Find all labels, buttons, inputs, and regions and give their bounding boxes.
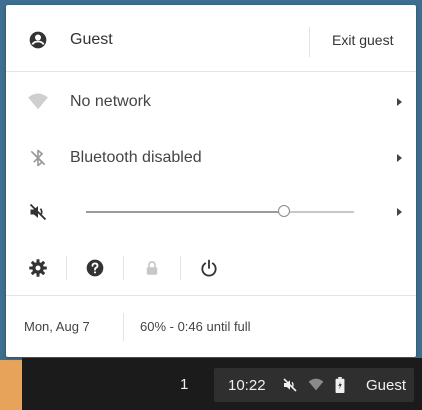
wifi-icon [308,378,324,392]
bluetooth-label: Bluetooth disabled [70,149,202,166]
tool-divider [66,256,67,280]
user-name: Guest [70,31,113,48]
tool-divider [123,256,124,280]
clock: 10:22 [228,376,266,394]
notification-count[interactable]: 1 [180,358,188,410]
chevron-right-icon [397,154,402,162]
system-tray-bubble: Guest Exit guest No network Bluetooth di… [6,5,416,357]
battery-status: 60% - 0:46 until full [140,318,251,334]
bluetooth-row[interactable]: Bluetooth disabled [6,133,416,183]
network-row[interactable]: No network [6,77,416,127]
status-divider [6,295,416,296]
help-icon[interactable] [83,256,107,280]
status-separator [123,313,124,341]
exit-divider [309,27,310,57]
chevron-right-icon [397,98,402,106]
wifi-icon [26,90,50,114]
tool-row [6,243,416,293]
bluetooth-disabled-icon [26,146,50,170]
volume-row [6,187,416,237]
volume-slider-fill [86,211,285,213]
exit-guest-button[interactable]: Exit guest [332,32,393,48]
lock-icon [140,256,164,280]
shelf-user-name: Guest [366,376,407,394]
status-area[interactable]: 10:22 Guest [214,368,414,402]
power-icon[interactable] [197,256,221,280]
volume-muted-icon [282,377,298,393]
tool-divider [180,256,181,280]
chevron-right-icon[interactable] [397,208,402,216]
date-label[interactable]: Mon, Aug 7 [24,319,90,334]
account-circle-icon [26,28,50,52]
user-row: Guest Exit guest [6,11,416,69]
status-row: Mon, Aug 7 60% - 0:46 until full [6,301,416,351]
network-label: No network [70,93,151,110]
header-divider [6,71,416,72]
volume-slider[interactable] [86,205,354,217]
battery-icon [334,377,346,393]
gear-icon[interactable] [26,256,50,280]
volume-slider-thumb[interactable] [278,205,291,217]
volume-muted-icon[interactable] [26,200,50,224]
background-accent [0,360,22,410]
shelf: 1 10:22 Guest [22,358,422,410]
